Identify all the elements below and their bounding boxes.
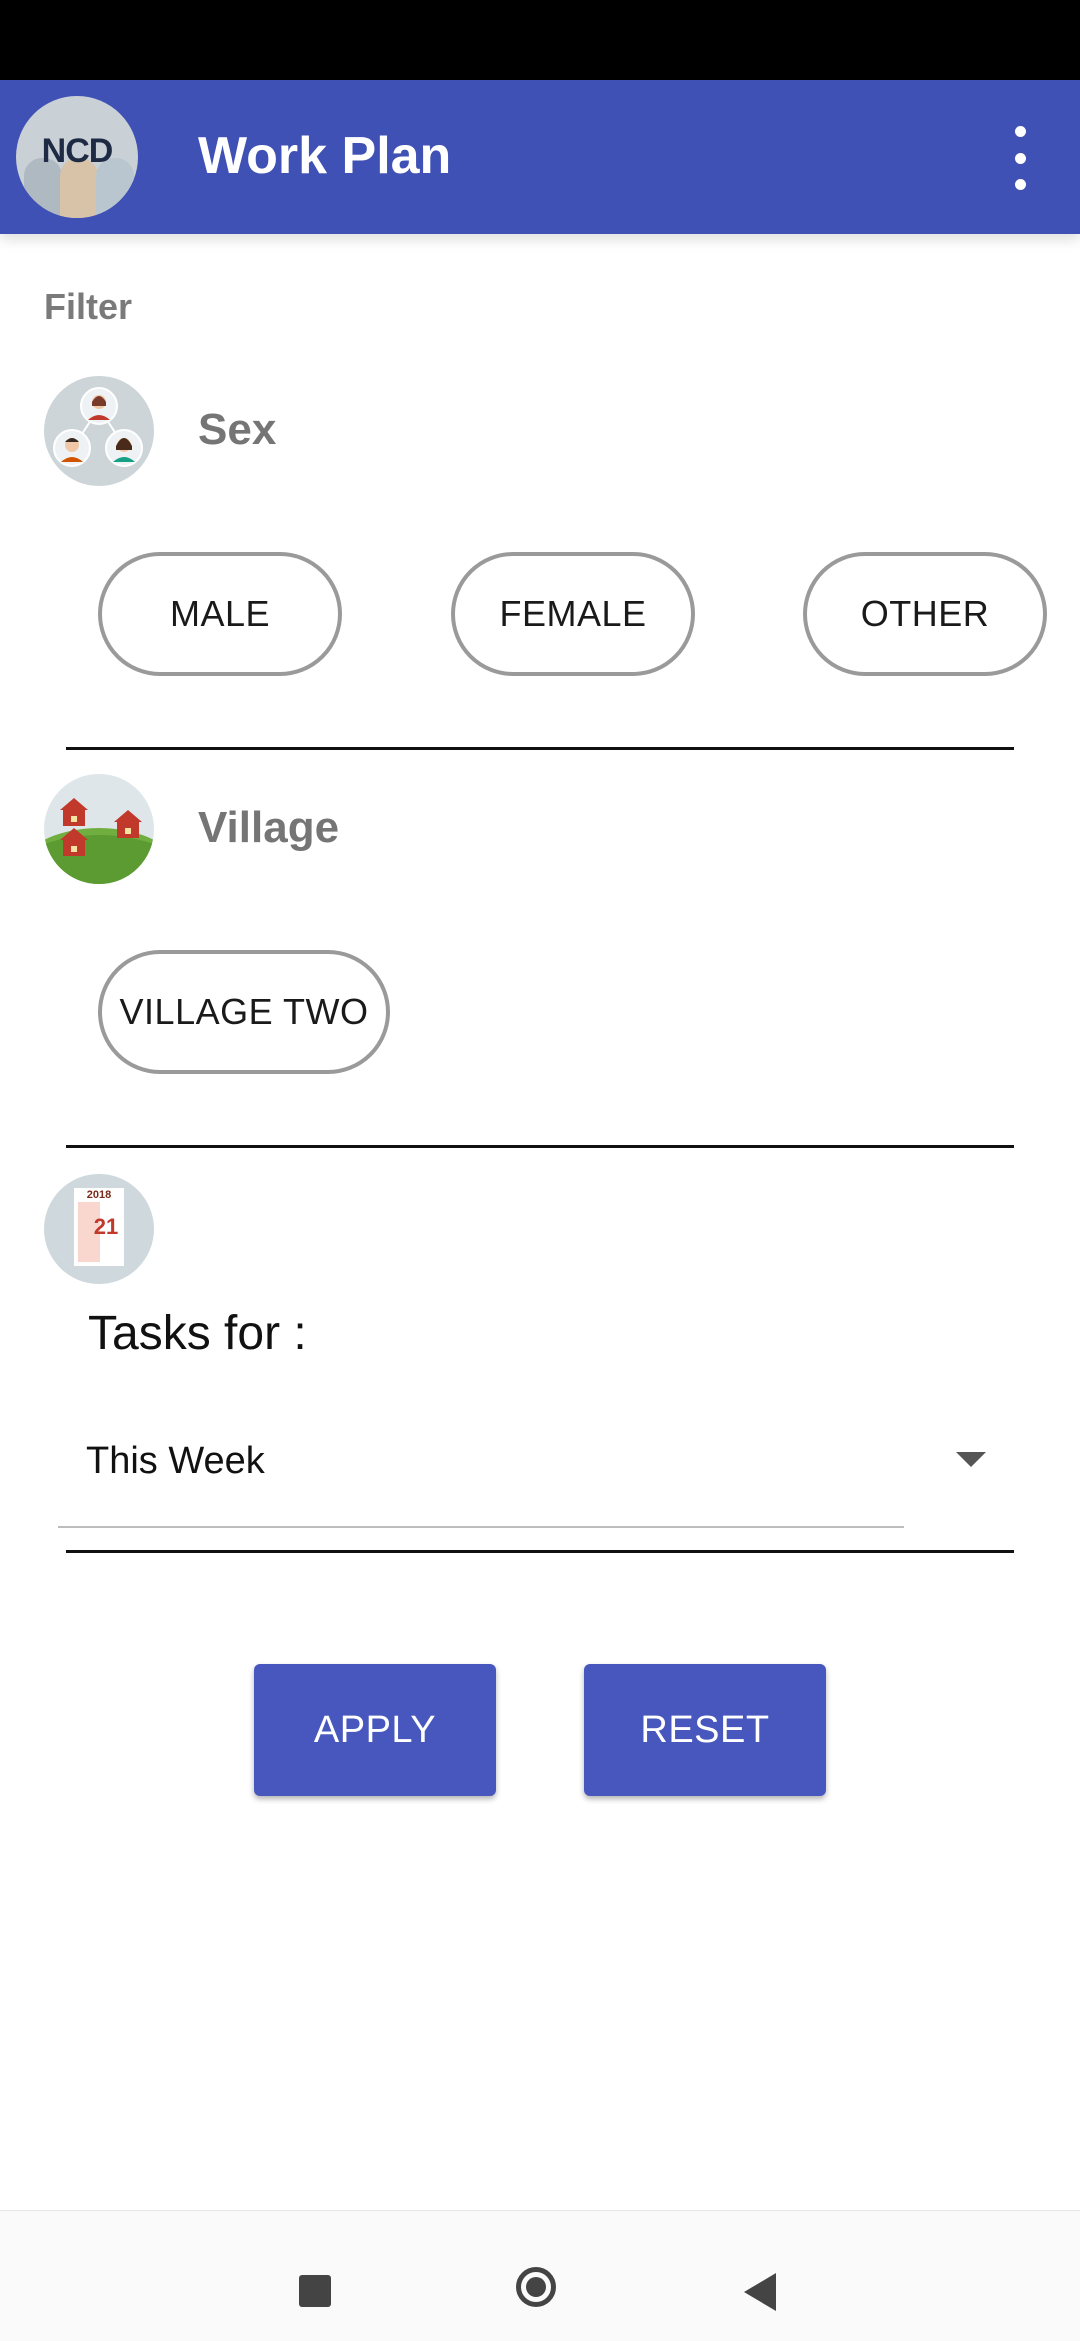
reset-button[interactable]: RESET	[584, 1664, 826, 1796]
tasks-for-label: Tasks for :	[88, 1307, 307, 1360]
period-dropdown[interactable]: This Week	[58, 1420, 1008, 1530]
village-option-village-two[interactable]: VILLAGE TWO	[98, 950, 390, 1074]
app-bar	[0, 80, 1080, 234]
sex-option-other[interactable]: OTHER	[803, 552, 1047, 676]
home-icon[interactable]	[516, 2267, 556, 2307]
system-navigation-bar	[0, 2210, 1080, 2341]
status-bar	[0, 0, 1080, 80]
filter-heading: Filter	[44, 286, 133, 327]
page-title: Work Plan	[198, 127, 452, 185]
back-icon[interactable]	[744, 2273, 776, 2311]
dropdown-underline	[58, 1526, 904, 1528]
section-divider	[66, 747, 1014, 750]
apply-button[interactable]: APPLY	[254, 1664, 496, 1796]
section-divider	[66, 1145, 1014, 1148]
calendar-icon: 2018 21	[44, 1174, 154, 1284]
dropdown-arrow-icon[interactable]	[956, 1452, 986, 1467]
ncd-logo-icon[interactable]: NCD	[16, 96, 138, 218]
period-selected-value: This Week	[86, 1440, 265, 1482]
more-vert-icon[interactable]	[1000, 126, 1040, 190]
people-group-icon	[44, 376, 154, 486]
sex-option-male[interactable]: MALE	[98, 552, 342, 676]
section-divider	[66, 1550, 1014, 1553]
calendar-year: 2018	[87, 1189, 111, 1201]
village-section-title: Village	[198, 803, 340, 852]
sex-option-female[interactable]: FEMALE	[451, 552, 695, 676]
logo-text: NCD	[41, 132, 114, 170]
calendar-day: 21	[94, 1214, 118, 1239]
recent-apps-icon[interactable]	[299, 2275, 331, 2307]
village-houses-icon	[44, 774, 154, 884]
sex-section-title: Sex	[198, 405, 277, 454]
